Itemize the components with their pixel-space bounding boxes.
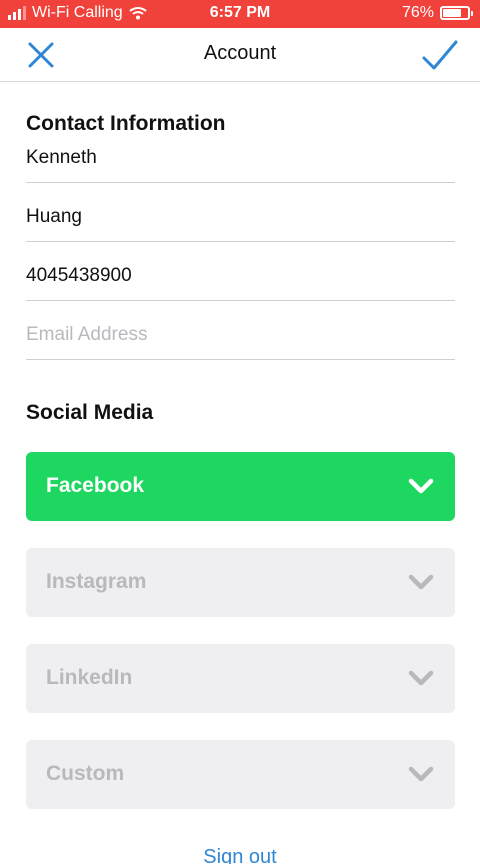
last-name-input[interactable] bbox=[26, 196, 455, 241]
social-item-instagram[interactable]: Instagram bbox=[26, 548, 455, 617]
chevron-down-icon bbox=[408, 478, 434, 494]
social-item-facebook[interactable]: Facebook bbox=[26, 452, 455, 521]
last-name-field[interactable] bbox=[26, 196, 455, 242]
battery-icon bbox=[440, 6, 473, 20]
chevron-down-icon bbox=[408, 766, 434, 782]
email-field[interactable] bbox=[26, 314, 455, 360]
social-item-label: Instagram bbox=[46, 570, 147, 593]
checkmark-icon[interactable] bbox=[420, 36, 460, 74]
social-item-label: LinkedIn bbox=[46, 666, 133, 689]
social-item-linkedin[interactable]: LinkedIn bbox=[26, 644, 455, 713]
social-media-heading: Social Media bbox=[26, 401, 154, 424]
phone-input[interactable] bbox=[26, 255, 455, 300]
first-name-input[interactable] bbox=[26, 137, 455, 182]
status-bar-right: 76% bbox=[401, 4, 473, 22]
phone-field[interactable] bbox=[26, 255, 455, 301]
social-item-label: Facebook bbox=[46, 474, 145, 497]
chevron-down-icon bbox=[408, 670, 434, 686]
sign-out-link[interactable]: Sign out bbox=[0, 846, 480, 864]
chevron-down-icon bbox=[408, 574, 434, 590]
social-item-label: Custom bbox=[46, 762, 125, 785]
contact-information-heading: Contact Information bbox=[26, 112, 226, 135]
page-title: Account bbox=[203, 42, 277, 64]
social-item-custom[interactable]: Custom bbox=[26, 740, 455, 809]
battery-percent: 76% bbox=[401, 4, 434, 21]
status-bar: Wi-Fi Calling 6:57 PM 76% bbox=[0, 0, 480, 28]
first-name-field[interactable] bbox=[26, 137, 455, 183]
nav-bar: Account bbox=[0, 28, 480, 82]
email-input[interactable] bbox=[26, 314, 455, 359]
